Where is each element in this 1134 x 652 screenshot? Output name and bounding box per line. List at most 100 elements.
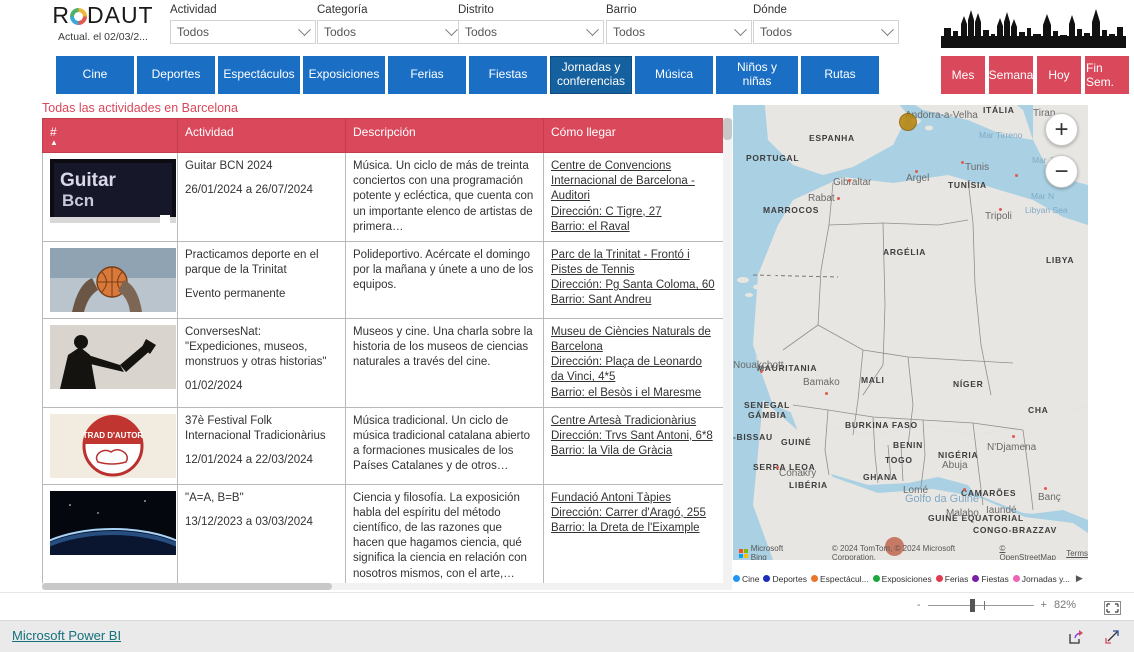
- venue-address[interactable]: Dirección: Plaça de Leonardo da Vinci, 4…: [551, 355, 716, 385]
- map-label-marrocos: MARROCOS: [763, 205, 820, 215]
- category-button-fiestas[interactable]: Fiestas: [469, 56, 547, 94]
- map-label-nigeria: NIGÉRIA: [938, 450, 979, 460]
- legend-item-jornadas[interactable]: Jornadas y...: [1012, 574, 1070, 584]
- legend-label: Deportes: [772, 573, 807, 584]
- venue-neighborhood[interactable]: Barrio: la Dreta de l'Eixample: [551, 521, 716, 536]
- svg-text:Bcn: Bcn: [62, 191, 94, 210]
- date-button-hoy[interactable]: Hoy: [1037, 56, 1081, 94]
- venue-address[interactable]: Dirección: C Tigre, 27: [551, 205, 716, 220]
- column-header-como-llegar[interactable]: Cómo llegar: [543, 118, 724, 153]
- map-dot: [963, 488, 966, 491]
- zoom-out-button[interactable]: -: [917, 599, 921, 611]
- zoom-slider[interactable]: [927, 598, 1034, 612]
- activity-title: Practicamos deporte en el parque de la T…: [185, 248, 319, 277]
- zoom-slider-tick: [983, 600, 985, 610]
- legend-item-espectaculos[interactable]: Espectácul...: [810, 574, 869, 584]
- legend-color-swatch: [935, 575, 943, 582]
- category-button-exposiciones[interactable]: Exposiciones: [303, 56, 385, 94]
- legend-item-exposiciones[interactable]: Exposiciones: [872, 574, 932, 584]
- table-row[interactable]: ConversesNat: "Expediciones, museos, mon…: [42, 317, 724, 408]
- filter-barrio-select[interactable]: Todos: [606, 20, 752, 44]
- venue-link[interactable]: Museu de Ciències Naturals de Barcelona: [551, 325, 716, 355]
- fit-to-page-button[interactable]: [1103, 600, 1121, 615]
- category-button-ninos-y-ninas[interactable]: Niños y niñas: [716, 56, 798, 94]
- zoom-slider-thumb[interactable]: [969, 598, 975, 612]
- map-label-liberia: LIBÉRIA: [789, 480, 828, 490]
- map-label-malabo: Malabo: [946, 508, 979, 519]
- date-filter-row: Mes Semana Hoy Fin Sem.: [941, 56, 1129, 94]
- column-header-descripcion[interactable]: Descripción: [345, 118, 544, 153]
- venue-neighborhood[interactable]: Barrio: el Besòs i el Maresme: [551, 386, 716, 401]
- map-label-gambia: GÁMBIA: [748, 410, 787, 420]
- venue-neighborhood[interactable]: Barrio: Sant Andreu: [551, 293, 716, 308]
- filter-distrito-select[interactable]: Todos: [458, 20, 604, 44]
- legend-color-swatch: [733, 575, 740, 582]
- map-attribution: Microsoft Bing © 2024 TomTom, © 2024 Mic…: [733, 544, 1088, 560]
- category-button-espectaculos[interactable]: Espectáculos: [218, 56, 300, 94]
- thumbnail-guitar-bcn: Guitar Bcn: [50, 159, 176, 223]
- date-button-semana[interactable]: Semana: [989, 56, 1033, 94]
- venue-address[interactable]: Dirección: Trvs Sant Antoni, 6*8: [551, 429, 716, 444]
- map-dot: [999, 208, 1002, 211]
- table-vertical-scrollbar[interactable]: [723, 118, 732, 590]
- filter-donde-select[interactable]: Todos: [753, 20, 899, 44]
- map-label-golfo-da-guine: Golfo da Guiné: [905, 493, 979, 505]
- table-row[interactable]: Practicamos deporte en el parque de la T…: [42, 240, 724, 319]
- category-button-musica[interactable]: Música: [635, 56, 713, 94]
- share-icon[interactable]: [1068, 629, 1084, 645]
- map-bubble-barcelona[interactable]: [899, 113, 917, 131]
- venue-address[interactable]: Dirección: Pg Santa Coloma, 60: [551, 278, 716, 293]
- legend-item-fiestas[interactable]: Fiestas: [972, 573, 1009, 584]
- column-header-number-label: #: [50, 125, 57, 139]
- map-zoom-out-button[interactable]: −: [1045, 155, 1078, 188]
- category-button-cine[interactable]: Cine: [56, 56, 134, 94]
- filter-actividad-select[interactable]: Todos: [170, 20, 316, 44]
- report-page: R DAUT Actual. el 02/03/2... Actividad To…: [0, 0, 1134, 652]
- category-button-jornadas-y-conferencias[interactable]: Jornadas y conferencias: [550, 56, 632, 94]
- table-horizontal-scrollbar[interactable]: [42, 583, 732, 590]
- table-row[interactable]: "A=A, B=B" 13/12/2023 a 03/03/2024 Cienc…: [42, 483, 724, 589]
- fullscreen-icon[interactable]: [1104, 629, 1120, 645]
- table-vertical-scroll-thumb[interactable]: [723, 118, 732, 140]
- venue-link[interactable]: Centre Artesà Tradicionàrius: [551, 414, 716, 429]
- zoom-in-button[interactable]: +: [1041, 599, 1047, 611]
- legend-item-cine[interactable]: Cine: [733, 574, 759, 584]
- category-button-ferias[interactable]: Ferias: [388, 56, 466, 94]
- date-button-mes[interactable]: Mes: [941, 56, 985, 94]
- venue-link[interactable]: Fundació Antoni Tàpies: [551, 491, 716, 506]
- venue-neighborhood[interactable]: Barrio: la Vila de Gràcia: [551, 444, 716, 459]
- filter-categoria-select[interactable]: Todos: [317, 20, 463, 44]
- filter-donde-label: Dónde: [753, 4, 787, 16]
- row-howto-cell: Fundació Antoni Tàpies Dirección: Carrer…: [543, 483, 724, 589]
- legend-item-ferias[interactable]: Ferias: [935, 574, 968, 584]
- venue-link[interactable]: Centre de Convencions Internacional de B…: [551, 159, 716, 205]
- activities-map[interactable]: ESPANHA PORTUGAL ITÁLIA TUNÍSIA MARROCOS…: [733, 105, 1088, 560]
- venue-address[interactable]: Dirección: Carrer d'Aragó, 255: [551, 506, 716, 521]
- row-howto-cell: Museu de Ciències Naturals de Barcelona …: [543, 317, 724, 408]
- row-thumbnail-cell: TRAD D'AUTOR: [42, 406, 178, 485]
- map-label-ghana: GHANA: [863, 472, 898, 482]
- legend-item-deportes[interactable]: Deportes: [763, 574, 807, 584]
- legend-color-swatch: [810, 575, 818, 582]
- map-legend: Cine Deportes Espectácul... Exposiciones…: [733, 571, 1088, 586]
- map-zoom-in-button[interactable]: +: [1045, 113, 1078, 146]
- row-description-cell: Ciencia y filosofía. La exposición habla…: [345, 483, 544, 589]
- venue-neighborhood[interactable]: Barrio: el Raval: [551, 220, 716, 235]
- venue-link[interactable]: Parc de la Trinitat - Frontó i Pistes de…: [551, 248, 716, 278]
- legend-label: Fiestas: [981, 573, 1009, 584]
- table-row[interactable]: Guitar Bcn Guitar BCN 2024 26/01/2024 a …: [42, 152, 724, 242]
- logo-text-left: R: [52, 2, 70, 28]
- category-button-deportes[interactable]: Deportes: [137, 56, 215, 94]
- table-row[interactable]: TRAD D'AUTOR 37è Festival Folk Internaci…: [42, 406, 724, 485]
- column-header-actividad[interactable]: Actividad: [177, 118, 346, 153]
- category-button-rutas[interactable]: Rutas: [801, 56, 879, 94]
- column-header-number[interactable]: # ▲: [42, 118, 178, 153]
- table-horizontal-scroll-thumb[interactable]: [42, 583, 332, 590]
- map-attribution-terms-link[interactable]: Terms: [1066, 549, 1088, 558]
- legend-next-arrow-icon[interactable]: ▶: [1076, 573, 1083, 584]
- power-bi-link[interactable]: Microsoft Power BI: [12, 628, 121, 643]
- row-description-cell: Música. Un ciclo de más de treinta conci…: [345, 152, 544, 242]
- date-button-fin-sem[interactable]: Fin Sem.: [1085, 56, 1129, 94]
- map-attribution-osm-link[interactable]: © OpenStreetMap: [999, 544, 1062, 560]
